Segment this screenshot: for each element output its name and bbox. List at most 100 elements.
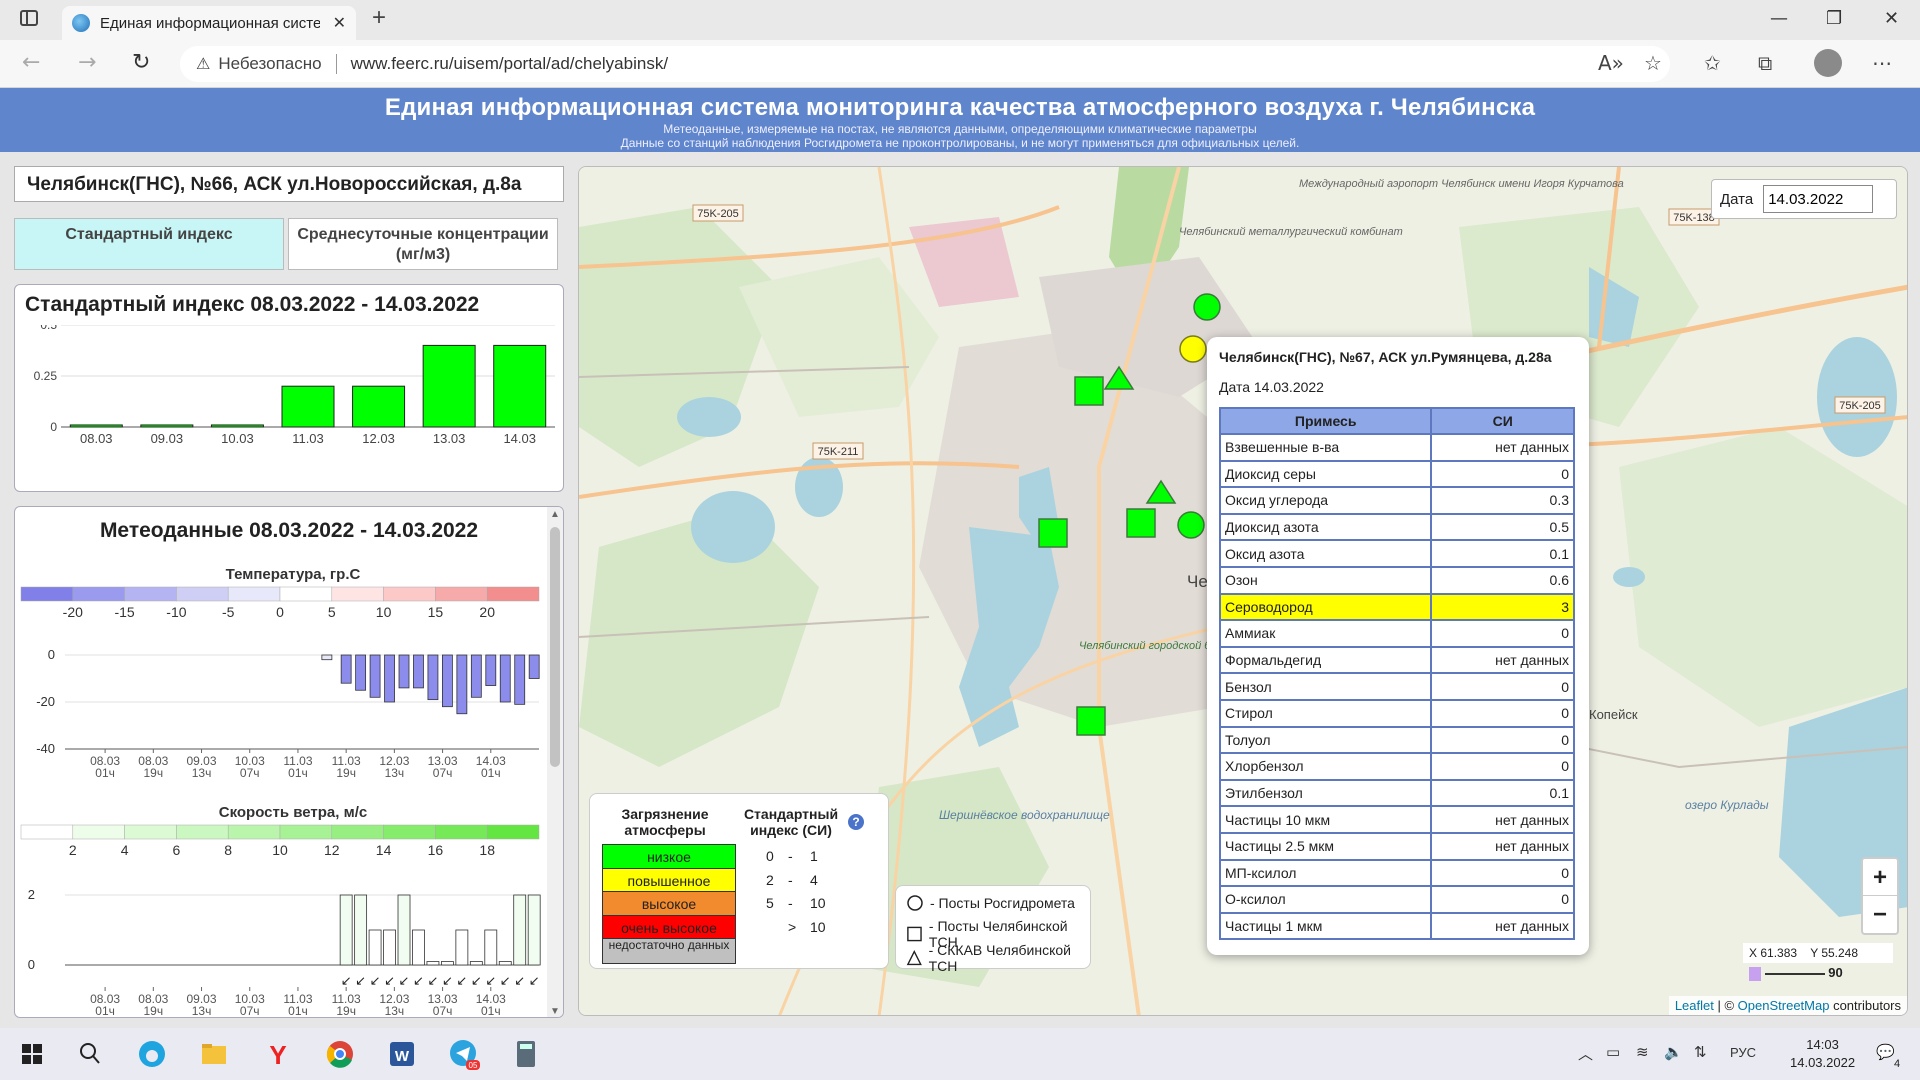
word-icon[interactable]: W: [384, 1036, 420, 1072]
date-label: Дата: [1720, 190, 1754, 208]
station-marker-circle[interactable]: [1193, 293, 1221, 321]
map-scale: 90: [1749, 965, 1899, 985]
station-marker-square[interactable]: [1038, 518, 1068, 548]
maximize-icon[interactable]: ❐: [1826, 8, 1842, 29]
station-marker-circle[interactable]: [1179, 335, 1207, 363]
forward-arrow-icon[interactable]: →: [78, 50, 96, 75]
legend-level-swatch: высокое: [602, 891, 736, 917]
wifi-icon[interactable]: ≋: [1636, 1043, 1649, 1061]
tray-chevron-icon[interactable]: ︿: [1578, 1043, 1593, 1064]
pollutant-table: Примесь СИ Взвешенные в-ва нет данных Дио…: [1218, 407, 1575, 941]
temperature-scale-cell: [72, 586, 125, 602]
chrome-icon[interactable]: [322, 1036, 358, 1072]
legend-range-part: 2: [766, 871, 774, 888]
x-tick-label: 01ч: [288, 1004, 308, 1018]
wind-bar: [426, 961, 440, 966]
meteo-scrollbar[interactable]: ▲ ▼: [547, 507, 563, 1017]
tab-daily-average[interactable]: Среднесуточные концентрации (мг/м3): [288, 218, 558, 270]
new-tab-button[interactable]: +: [372, 4, 386, 32]
battery-icon[interactable]: ▭: [1606, 1043, 1620, 1061]
url-bar[interactable]: ⚠ Небезопасно www.feerc.ru/uisem/portal/…: [180, 46, 1670, 82]
notifications-icon[interactable]: 💬: [1876, 1043, 1895, 1061]
pollutant-value: 0.3: [1430, 486, 1575, 515]
legend-range-part: 0: [766, 848, 774, 864]
more-menu-icon[interactable]: ⋯: [1872, 51, 1892, 75]
x-tick-label: 08.03: [80, 431, 113, 446]
wind-bar: [527, 894, 541, 966]
station-marker-circle[interactable]: [1177, 511, 1205, 539]
window-close-icon[interactable]: ✕: [1884, 8, 1899, 29]
temperature-bar: [413, 654, 424, 689]
help-icon[interactable]: ?: [848, 814, 864, 830]
pollutant-value: 0: [1430, 725, 1575, 755]
back-arrow-icon[interactable]: ←: [22, 50, 40, 75]
sync-icon[interactable]: ⇅: [1694, 1043, 1707, 1061]
date-input[interactable]: [1763, 185, 1874, 213]
svg-text:75K-211: 75K-211: [818, 446, 859, 458]
station-marker-square[interactable]: [1074, 376, 1104, 406]
tab-close-icon[interactable]: ✕: [333, 13, 346, 33]
x-tick-label: 01ч: [95, 1004, 115, 1018]
zoom-out-button[interactable]: −: [1863, 896, 1897, 933]
table-row: Аммиак 0: [1218, 619, 1575, 648]
add-favorite-icon[interactable]: ☆: [1644, 51, 1662, 75]
wind-scale-cell: [279, 824, 333, 840]
edge-icon[interactable]: [134, 1036, 170, 1072]
tab-standard-index[interactable]: Стандартный индекс: [14, 218, 284, 270]
temperature-bar: [340, 654, 352, 684]
wind-bar: [455, 929, 469, 966]
language-indicator[interactable]: РУС: [1730, 1045, 1756, 1060]
sidebar-toggle-icon[interactable]: [20, 10, 38, 26]
scale-label: -5: [222, 604, 235, 620]
scroll-up-icon[interactable]: ▲: [550, 509, 560, 520]
warning-icon[interactable]: ⚠: [196, 54, 210, 74]
station-marker-square[interactable]: [1076, 706, 1106, 736]
y-tick-label: 0: [28, 957, 35, 972]
temperature-scale-cell: [383, 586, 436, 602]
temperature-title: Температура, гр.С: [226, 566, 361, 583]
volume-icon[interactable]: 🔈: [1664, 1043, 1683, 1061]
wind-scale-cell: [383, 824, 436, 840]
osm-link[interactable]: OpenStreetMap: [1738, 998, 1830, 1013]
place-label: Челябинский металлургический комбинат: [1179, 226, 1403, 238]
telegram-icon[interactable]: 05: [446, 1036, 482, 1072]
zoom-in-button[interactable]: +: [1863, 859, 1897, 896]
y-tick-label: -20: [36, 694, 55, 709]
clock-time: 14:03: [1806, 1037, 1839, 1052]
favorites-icon[interactable]: ✩: [1704, 51, 1721, 75]
meteo-panel[interactable]: Метеоданные 08.03.2022 - 14.03.2022 Темп…: [14, 506, 564, 1018]
yandex-browser-icon[interactable]: Y: [260, 1036, 296, 1072]
table-row: МП-ксилол 0: [1218, 858, 1575, 888]
windows-start-icon[interactable]: [14, 1036, 50, 1072]
minimize-icon[interactable]: —: [1770, 8, 1788, 29]
si-bar: [140, 424, 194, 428]
legend-level-swatch: недостаточно данных: [602, 938, 736, 964]
browser-tab[interactable]: Единая информационная систе ✕: [62, 6, 356, 40]
collections-icon[interactable]: ⧉: [1758, 51, 1772, 75]
popup-title: Челябинск(ГНС), №67, АСК ул.Румянцева, д…: [1219, 349, 1552, 365]
calculator-icon[interactable]: [508, 1036, 544, 1072]
road-shield: 75K-205: [692, 204, 744, 222]
x-tick-label: 13ч: [385, 766, 405, 780]
station-marker-square[interactable]: [1126, 508, 1156, 538]
scale-label: 10: [376, 604, 392, 620]
url-text[interactable]: www.feerc.ru/uisem/portal/ad/chelyabinsk…: [351, 54, 668, 74]
reload-icon[interactable]: ↻: [132, 50, 150, 75]
map[interactable]: 75K-205 75K-138 75K-211 75K-205 Челябинс…: [578, 166, 1908, 1016]
scale-label: -20: [63, 604, 83, 620]
search-icon[interactable]: [72, 1036, 108, 1072]
file-explorer-icon[interactable]: [196, 1036, 232, 1072]
profile-avatar[interactable]: [1814, 49, 1842, 77]
leaflet-link[interactable]: Leaflet: [1675, 998, 1714, 1013]
read-aloud-icon[interactable]: A»: [1598, 51, 1624, 75]
clock[interactable]: 14:03 14.03.2022: [1790, 1036, 1855, 1072]
insecure-label[interactable]: Небезопасно: [218, 54, 321, 74]
legend-range-part: -: [788, 895, 793, 911]
pollutant-value: 0: [1430, 885, 1575, 914]
table-row: Частицы 1 мкм нет данных: [1218, 911, 1575, 941]
wind-bar: [397, 894, 411, 966]
scroll-down-icon[interactable]: ▼: [550, 1006, 560, 1017]
scroll-thumb[interactable]: [550, 527, 560, 767]
pollutant-value: нет данных: [1430, 645, 1575, 675]
wind-direction-arrow: ↙: [485, 973, 496, 988]
